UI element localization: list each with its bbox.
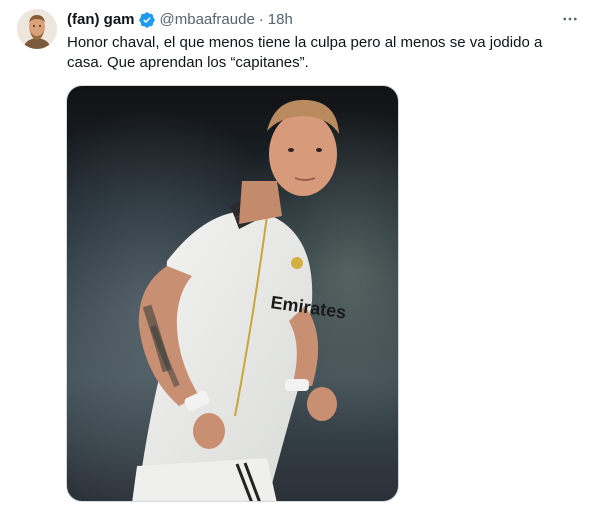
author-avatar[interactable] [17,9,57,49]
tweet-text: Honor chaval, el que menos tiene la culp… [67,34,543,71]
header-separator: · [258,11,264,28]
football-player-photo: Emirates [67,86,398,501]
tweet-header: (fan) gam @mbaafraude · 18h [67,10,293,30]
more-options-button[interactable] [559,9,581,29]
tweet-media-photo[interactable]: Emirates [66,85,399,502]
author-handle[interactable]: @mbaafraude [160,10,255,30]
tweet[interactable]: (fan) gam @mbaafraude · 18h Honor chaval… [0,0,595,507]
avatar-photo-icon [17,9,57,49]
verified-badge-icon[interactable] [138,11,156,29]
author-display-name[interactable]: (fan) gam [67,10,135,30]
tweet-timestamp[interactable]: 18h [268,10,293,30]
more-horizontal-icon [563,17,577,21]
